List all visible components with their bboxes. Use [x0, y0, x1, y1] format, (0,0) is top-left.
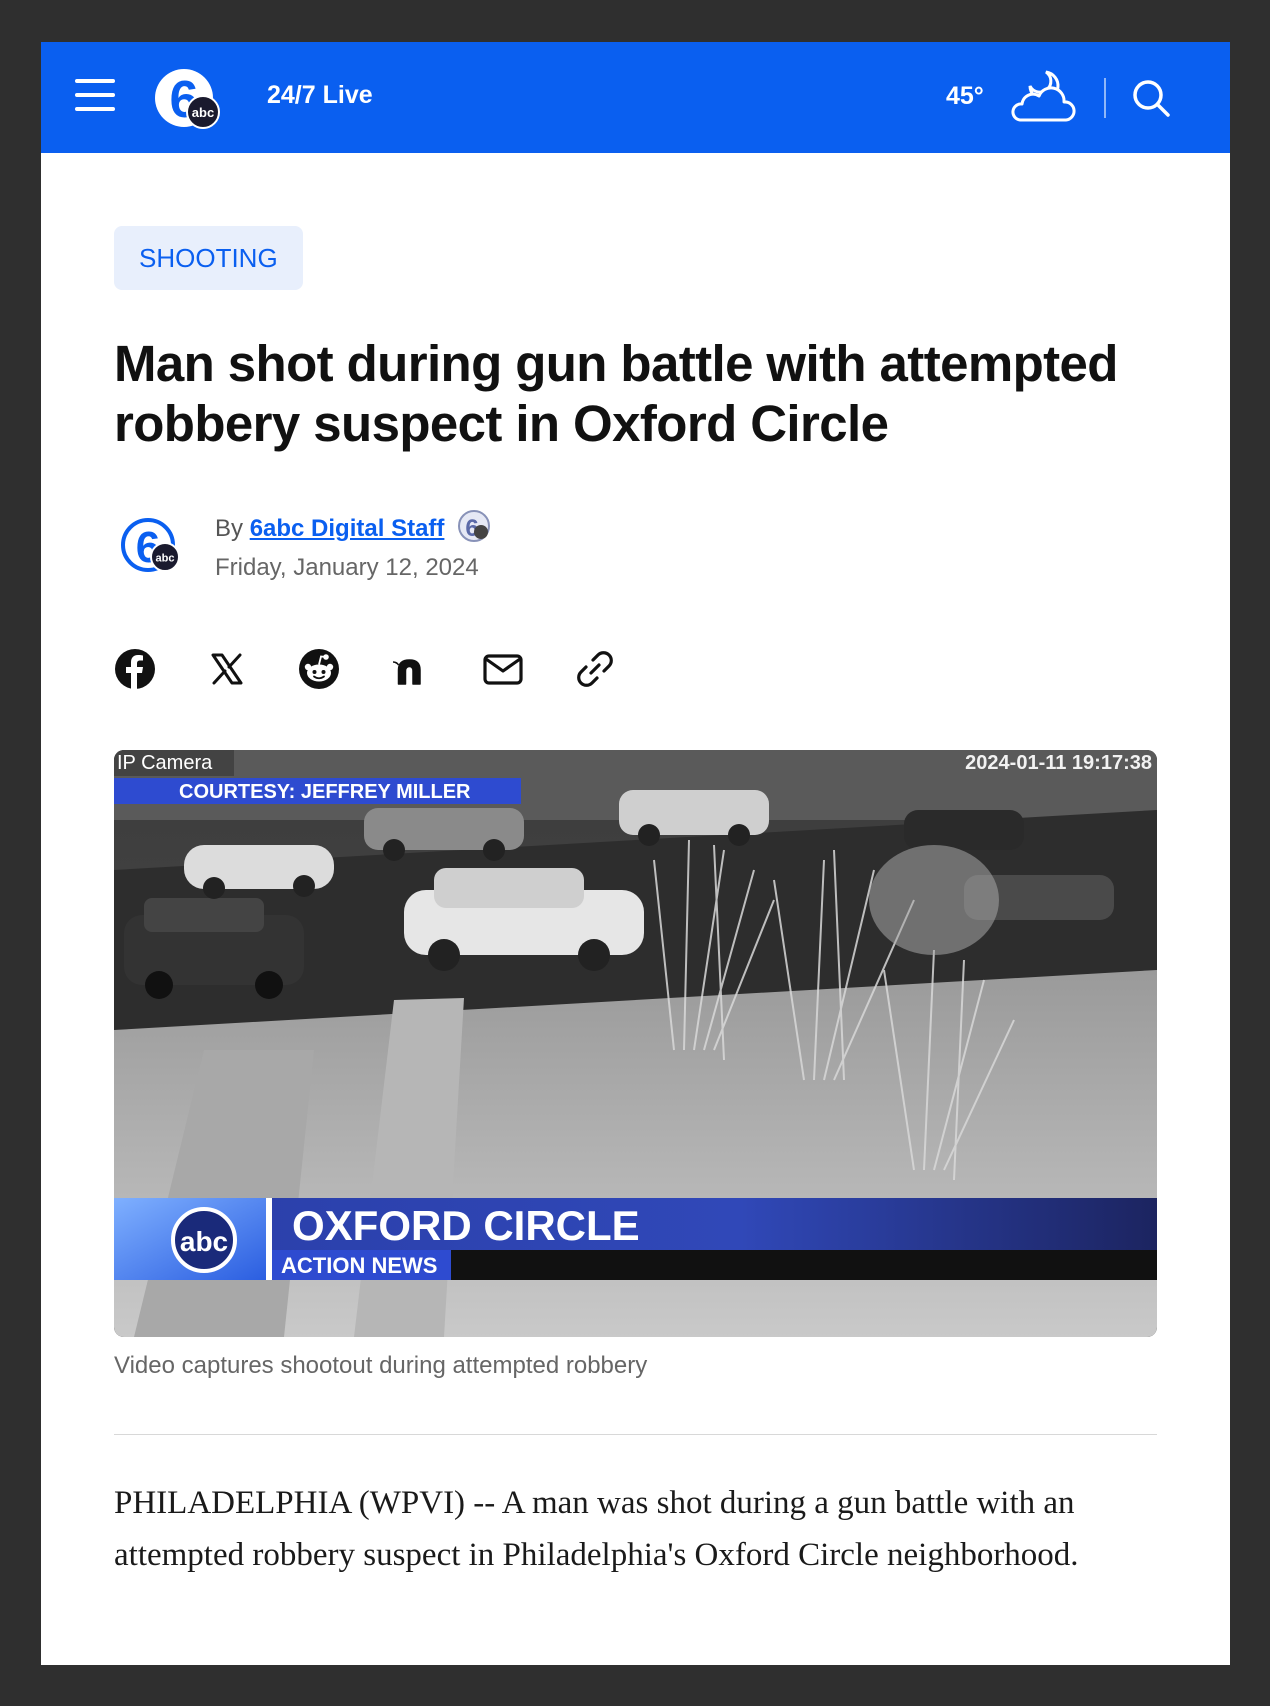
video-frame: IP Camera 2024-01-11 19:17:38 COURTESY: … — [114, 750, 1157, 1337]
svg-text:abc: abc — [192, 105, 214, 120]
network-logo: abc — [180, 1226, 228, 1257]
author-link[interactable]: 6abc Digital Staff — [250, 515, 445, 542]
article-headline: Man shot during gun battle with attempte… — [114, 335, 1118, 452]
camera-label: IP Camera — [117, 752, 213, 774]
cloud-moon-icon[interactable] — [1006, 68, 1076, 126]
temperature-readout[interactable]: 45° — [946, 82, 984, 111]
location-banner: OXFORD CIRCLE — [292, 1202, 640, 1249]
author-badge-icon: 6 — [458, 510, 491, 542]
category-tag[interactable]: SHOOTING — [114, 226, 303, 290]
author-avatar[interactable]: 6 abc — [120, 515, 184, 579]
search-icon[interactable] — [1130, 77, 1172, 119]
link-icon[interactable] — [574, 648, 616, 690]
station-logo[interactable]: 6 abc — [153, 64, 223, 134]
byline-prefix: By — [215, 515, 244, 542]
x-icon[interactable] — [206, 648, 248, 690]
camera-timestamp: 2024-01-11 19:17:38 — [965, 752, 1152, 774]
show-name: ACTION NEWS — [281, 1253, 437, 1278]
top-navigation-bar: 6 abc 24/7 Live 45° — [41, 42, 1230, 153]
live-stream-link[interactable]: 24/7 Live — [267, 81, 373, 110]
reddit-icon[interactable] — [298, 648, 340, 690]
nextdoor-icon[interactable] — [390, 648, 432, 690]
facebook-icon[interactable] — [114, 648, 156, 690]
video-player[interactable]: IP Camera 2024-01-11 19:17:38 COURTESY: … — [114, 750, 1157, 1337]
byline: By 6abc Digital Staff 6 — [215, 509, 491, 543]
article-body-paragraph: PHILADELPHIA (WPVI) -- A man was shot du… — [114, 1485, 1079, 1573]
email-icon[interactable] — [482, 648, 524, 690]
publish-date: Friday, January 12, 2024 — [215, 554, 479, 581]
svg-text:abc: abc — [156, 553, 175, 565]
courtesy-credit: COURTESY: JEFFREY MILLER — [179, 781, 471, 803]
section-divider — [114, 1434, 1157, 1435]
hamburger-menu-icon[interactable] — [75, 79, 115, 111]
article-page: 6 abc 24/7 Live 45° SHOOTING Man shot du… — [41, 42, 1230, 1665]
header-divider — [1104, 78, 1106, 118]
video-caption: Video captures shootout during attempted… — [114, 1352, 648, 1379]
